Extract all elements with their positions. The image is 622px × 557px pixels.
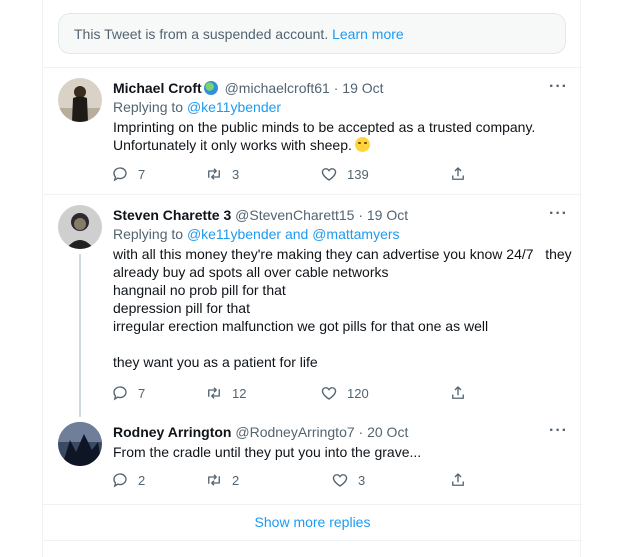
tweet-text: Imprinting on the public minds to be acc… xyxy=(113,118,573,154)
thread-connector xyxy=(79,254,81,417)
tweet-text-line: Imprinting on the public minds to be acc… xyxy=(113,119,536,135)
tweet-text-line: with all this money they're making they … xyxy=(113,246,572,262)
retweet-icon xyxy=(208,387,220,399)
retweet-icon xyxy=(208,474,220,486)
share-button[interactable] xyxy=(449,164,467,184)
tweet-actions: 7 12 120 xyxy=(111,383,491,403)
user-handle[interactable]: @RodneyArringto7 xyxy=(235,424,354,440)
replying-to-handles[interactable]: @ke11ybender and @mattamyers xyxy=(187,226,400,242)
retweet-button[interactable]: 3 xyxy=(205,164,239,184)
tweet-date[interactable]: · 20 Oct xyxy=(359,424,409,440)
reply-button[interactable]: 2 xyxy=(111,470,145,490)
tweet-text-line: already buy ad spots all over cable netw… xyxy=(113,264,389,280)
more-options-icon[interactable]: ··· xyxy=(549,205,568,223)
avatar-image xyxy=(58,205,102,249)
like-count: 3 xyxy=(358,472,366,488)
retweet-button[interactable]: 12 xyxy=(205,383,246,403)
tweet-text-line: depression pill for that xyxy=(113,300,250,316)
retweet-icon xyxy=(208,168,220,180)
heart-icon xyxy=(332,474,348,487)
retweet-button[interactable]: 2 xyxy=(205,470,239,490)
replying-prefix: Replying to xyxy=(113,99,184,115)
tweet-text: with all this money they're making they … xyxy=(113,245,573,371)
reply-icon xyxy=(113,167,127,182)
tweet-steven-charette[interactable]: Steven Charette 3 @StevenCharett15 · 19 … xyxy=(43,194,582,417)
divider xyxy=(43,540,582,541)
tweet-date[interactable]: · 19 Oct xyxy=(358,207,408,223)
like-button[interactable]: 139 xyxy=(320,164,369,184)
replying-to: Replying to @ke11ybender xyxy=(113,99,281,115)
tweet-text-line: they want you as a patient for life xyxy=(113,354,318,370)
reply-icon xyxy=(113,386,127,401)
learn-more-link[interactable]: Learn more xyxy=(332,26,404,42)
reply-button[interactable]: 7 xyxy=(111,383,145,403)
tweet-date[interactable]: · 19 Oct xyxy=(334,80,384,96)
reply-count: 7 xyxy=(138,385,146,401)
rolling-eyes-emoji-icon xyxy=(354,137,370,152)
more-options-icon[interactable]: ··· xyxy=(549,422,568,440)
suspended-notice-text: This Tweet is from a suspended account. xyxy=(74,26,329,42)
like-button[interactable]: 120 xyxy=(320,383,369,403)
tweet-actions: 2 2 3 xyxy=(111,470,491,490)
tweet-michael-croft[interactable]: Michael Croft @michaelcroft61 · 19 Oct ·… xyxy=(43,67,582,195)
reply-count: 2 xyxy=(138,472,146,488)
like-button[interactable]: 3 xyxy=(331,470,365,490)
show-more-replies-link[interactable]: Show more replies xyxy=(43,505,582,539)
share-icon xyxy=(452,167,464,180)
reply-count: 7 xyxy=(138,166,146,182)
replying-prefix: Replying to xyxy=(113,226,184,242)
tweet-text-line: From the cradle until they put you into … xyxy=(113,444,422,460)
tweet-header: Rodney Arrington @RodneyArringto7 · 20 O… xyxy=(113,424,408,440)
user-handle[interactable]: @michaelcroft61 xyxy=(225,80,330,96)
avatar-image xyxy=(58,78,102,122)
share-button[interactable] xyxy=(449,470,467,490)
tweet-text-line: Unfortunately it only works with sheep. xyxy=(113,136,573,154)
suspended-notice: This Tweet is from a suspended account. … xyxy=(58,13,566,54)
retweet-count: 3 xyxy=(232,166,240,182)
heart-icon xyxy=(321,387,337,400)
display-name[interactable]: Steven Charette 3 xyxy=(113,207,231,223)
like-count: 120 xyxy=(347,385,369,401)
more-options-icon[interactable]: ··· xyxy=(549,78,568,96)
avatar-image xyxy=(58,422,102,466)
globe-emoji-icon xyxy=(203,81,218,95)
replying-to-handle[interactable]: @ke11ybender xyxy=(187,99,281,115)
tweet-actions: 7 3 139 xyxy=(111,164,491,184)
display-name[interactable]: Michael Croft xyxy=(113,80,202,96)
reply-button[interactable]: 7 xyxy=(111,164,145,184)
conversation-column: This Tweet is from a suspended account. … xyxy=(42,0,582,557)
tweet-header: Michael Croft @michaelcroft61 · 19 Oct xyxy=(113,80,384,96)
share-icon xyxy=(452,386,464,399)
tweet-header: Steven Charette 3 @StevenCharett15 · 19 … xyxy=(113,207,408,223)
retweet-count: 12 xyxy=(232,385,247,401)
like-count: 139 xyxy=(347,166,369,182)
replying-to: Replying to @ke11ybender and @mattamyers xyxy=(113,226,400,242)
user-handle[interactable]: @StevenCharett15 xyxy=(235,207,354,223)
tweet-rodney-arrington[interactable]: Rodney Arrington @RodneyArringto7 · 20 O… xyxy=(43,411,582,505)
tweet-text: From the cradle until they put you into … xyxy=(113,443,573,461)
reply-icon xyxy=(113,473,127,488)
tweet-text-line xyxy=(113,335,573,353)
display-name[interactable]: Rodney Arrington xyxy=(113,424,231,440)
retweet-count: 2 xyxy=(232,472,240,488)
avatar[interactable] xyxy=(58,78,102,122)
avatar[interactable] xyxy=(58,422,102,466)
share-button[interactable] xyxy=(449,383,467,403)
tweet-text-line: hangnail no prob pill for that xyxy=(113,282,286,298)
tweet-text-line: irregular erection malfunction we got pi… xyxy=(113,318,489,334)
avatar[interactable] xyxy=(58,205,102,249)
heart-icon xyxy=(321,168,337,181)
share-icon xyxy=(452,473,464,486)
